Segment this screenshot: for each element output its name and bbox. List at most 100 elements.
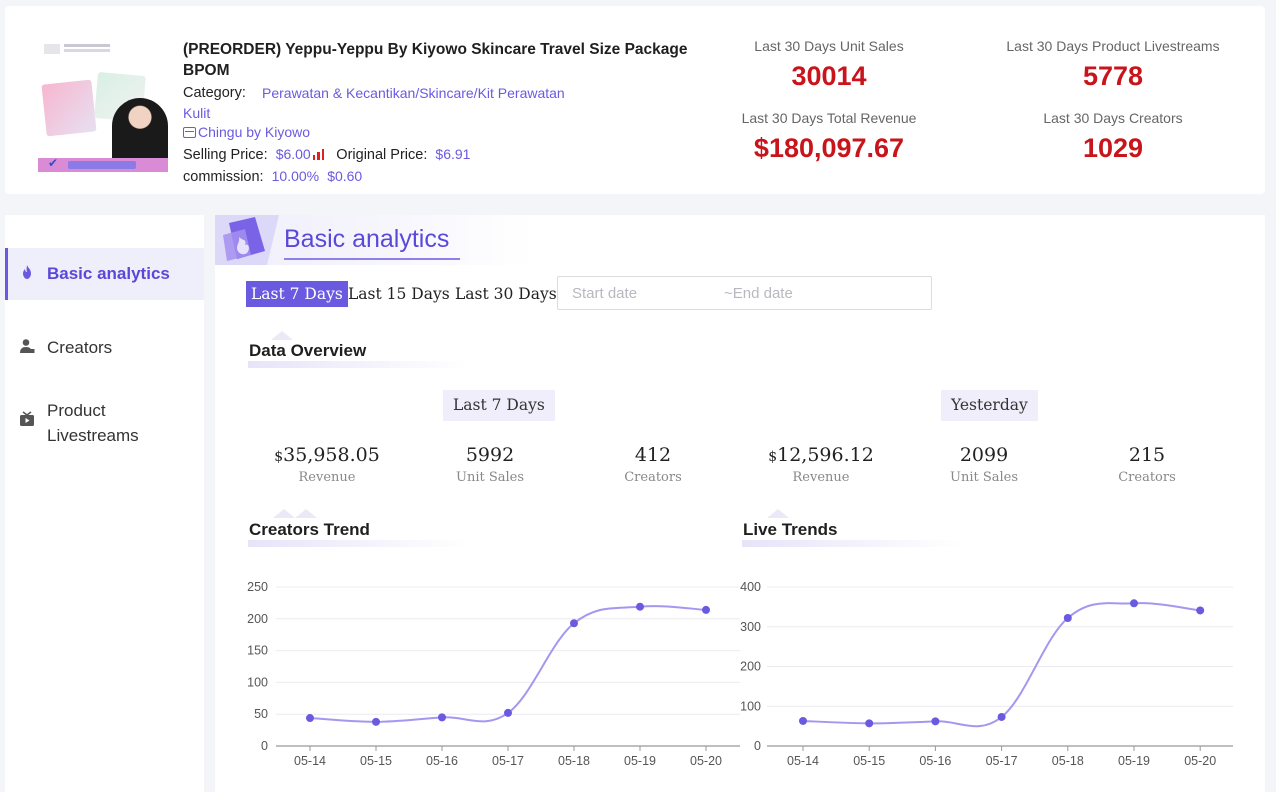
commission-label: commission: xyxy=(183,169,264,185)
end-date-input[interactable]: ~End date xyxy=(724,285,793,302)
store-name: Chingu by Kiyowo xyxy=(198,124,311,140)
commission-line: commission: 10.00% $0.60 xyxy=(183,168,362,185)
stat-unit-sales: Last 30 Days Unit Sales 30014 xyxy=(728,38,930,92)
metric-revenue-yesterday: $12,596.12 Revenue xyxy=(746,444,896,485)
x-tick-label: 05-20 xyxy=(690,754,722,768)
x-tick-label: 05-19 xyxy=(624,754,656,768)
stat-revenue: Last 30 Days Total Revenue $180,097.67 xyxy=(728,110,930,164)
y-tick-label: 200 xyxy=(247,612,268,626)
commission-amount: $0.60 xyxy=(327,168,363,184)
x-tick-label: 05-14 xyxy=(787,754,819,768)
metric-value: 35,958.05 xyxy=(283,444,380,466)
metric-label: Creators xyxy=(1118,470,1176,485)
metric-label: Revenue xyxy=(298,470,356,485)
metric-unit-sales-7d: 5992 Unit Sales xyxy=(415,444,565,485)
price-line: Selling Price: $6.00 Original Price: $6.… xyxy=(183,146,470,163)
shop-caption xyxy=(64,44,110,47)
range-last-15-days[interactable]: Last 15 Days xyxy=(343,281,455,307)
stat-value: $180,097.67 xyxy=(753,133,905,163)
stat-label: Last 30 Days Creators xyxy=(1043,110,1183,126)
category-link[interactable]: Perawatan & Kecantikan/Skincare/Kit Pera… xyxy=(183,83,593,123)
metric-creators-7d: 412 Creators xyxy=(578,444,728,485)
date-range-picker[interactable]: Start date ~End date xyxy=(557,276,932,310)
shop-logo xyxy=(44,44,60,54)
original-price-label: Original Price: xyxy=(336,147,428,163)
section-decoration xyxy=(767,509,789,518)
stat-label: Last 30 Days Product Livestreams xyxy=(1006,38,1220,54)
creators-trend-title: Creators Trend xyxy=(249,520,370,539)
selling-price: $6.00 xyxy=(275,146,311,162)
y-tick-label: 50 xyxy=(254,707,268,721)
range-last-7-days[interactable]: Last 7 Days xyxy=(246,281,348,307)
y-tick-label: 100 xyxy=(740,699,761,713)
sidebar-item-basic-analytics[interactable]: Basic analytics xyxy=(5,248,204,300)
stat-value: 1029 xyxy=(1082,133,1144,163)
product-title[interactable]: (PREORDER) Yeppu-Yeppu By Kiyowo Skincar… xyxy=(183,39,703,81)
series-line xyxy=(802,602,1201,728)
data-point xyxy=(636,602,644,611)
data-point xyxy=(306,714,314,723)
metric-revenue-7d: $35,958.05 Revenue xyxy=(252,444,402,485)
model-image xyxy=(112,98,168,162)
store-icon xyxy=(183,126,196,138)
page-title: Basic analytics xyxy=(284,225,450,253)
stat-value: 5778 xyxy=(1082,61,1144,91)
stat-label: Last 30 Days Unit Sales xyxy=(754,38,904,54)
currency-symbol: $ xyxy=(274,449,284,465)
currency-symbol: $ xyxy=(768,449,778,465)
stat-creators: Last 30 Days Creators 1029 xyxy=(982,110,1244,164)
section-decoration xyxy=(273,509,295,518)
tv-icon xyxy=(20,411,34,426)
y-tick-label: 100 xyxy=(247,675,268,689)
metric-value: 5992 xyxy=(465,444,515,466)
sidebar-item-label: Basic analytics xyxy=(47,264,170,283)
stat-label: Last 30 Days Total Revenue xyxy=(741,110,917,126)
range-last-30-days[interactable]: Last 30 Days xyxy=(450,281,562,307)
data-point xyxy=(1063,614,1072,623)
data-point xyxy=(1130,599,1138,608)
x-tick-label: 05-15 xyxy=(360,754,392,768)
x-tick-label: 05-17 xyxy=(986,754,1018,768)
metric-value: 2099 xyxy=(959,444,1009,466)
selling-price-label: Selling Price: xyxy=(183,147,268,163)
x-tick-label: 05-14 xyxy=(294,754,326,768)
x-tick-label: 05-16 xyxy=(919,754,951,768)
x-tick-label: 05-16 xyxy=(426,754,458,768)
period-label-last-7-days: Last 7 Days xyxy=(443,390,555,421)
person-icon xyxy=(20,339,35,353)
period-label-yesterday: Yesterday xyxy=(941,390,1038,421)
y-tick-label: 200 xyxy=(740,660,761,674)
metric-label: Creators xyxy=(624,470,682,485)
creators-trend-chart[interactable]: 0 50 100 150 200 250 05-14 05-15 05-16 05-17 05-18… xyxy=(240,575,745,775)
trend-bars-icon[interactable] xyxy=(312,149,325,160)
sidebar-item-creators[interactable]: Creators xyxy=(5,338,204,368)
data-overview-title: Data Overview xyxy=(249,341,367,360)
data-point xyxy=(799,716,807,725)
section-decoration xyxy=(295,509,317,518)
live-trends-chart[interactable]: 0 100 200 300 400 05-14 05-15 05-16 05-17 05-18 05… xyxy=(733,575,1238,775)
x-tick-label: 05-19 xyxy=(1118,754,1150,768)
commission-rate: 10.00% xyxy=(271,168,320,184)
original-price: $6.91 xyxy=(435,146,471,162)
data-point xyxy=(997,712,1006,721)
sidebar-item-product-livestreams[interactable]: Product Livestreams xyxy=(5,398,204,450)
x-tick-label: 05-18 xyxy=(558,754,590,768)
product-thumbnail[interactable]: ✔ xyxy=(38,38,168,172)
store-link[interactable]: Chingu by Kiyowo xyxy=(183,124,310,140)
sidebar-item-label: Product Livestreams xyxy=(47,401,139,445)
data-point xyxy=(438,713,446,722)
data-point xyxy=(570,619,578,628)
x-tick-label: 05-15 xyxy=(853,754,885,768)
flame-icon xyxy=(23,265,31,279)
data-point xyxy=(865,719,874,728)
start-date-input[interactable]: Start date xyxy=(572,285,637,302)
y-tick-label: 400 xyxy=(740,580,761,594)
analytics-logo-icon xyxy=(215,215,279,265)
data-point xyxy=(1196,606,1205,615)
metric-creators-yesterday: 215 Creators xyxy=(1072,444,1222,485)
sidebar: Basic analytics Creators Product Livestr… xyxy=(5,215,204,792)
brand-bird-icon: ✔ xyxy=(48,156,59,170)
x-tick-label: 05-17 xyxy=(492,754,524,768)
metric-label: Revenue xyxy=(792,470,850,485)
x-tick-label: 05-20 xyxy=(1184,754,1216,768)
